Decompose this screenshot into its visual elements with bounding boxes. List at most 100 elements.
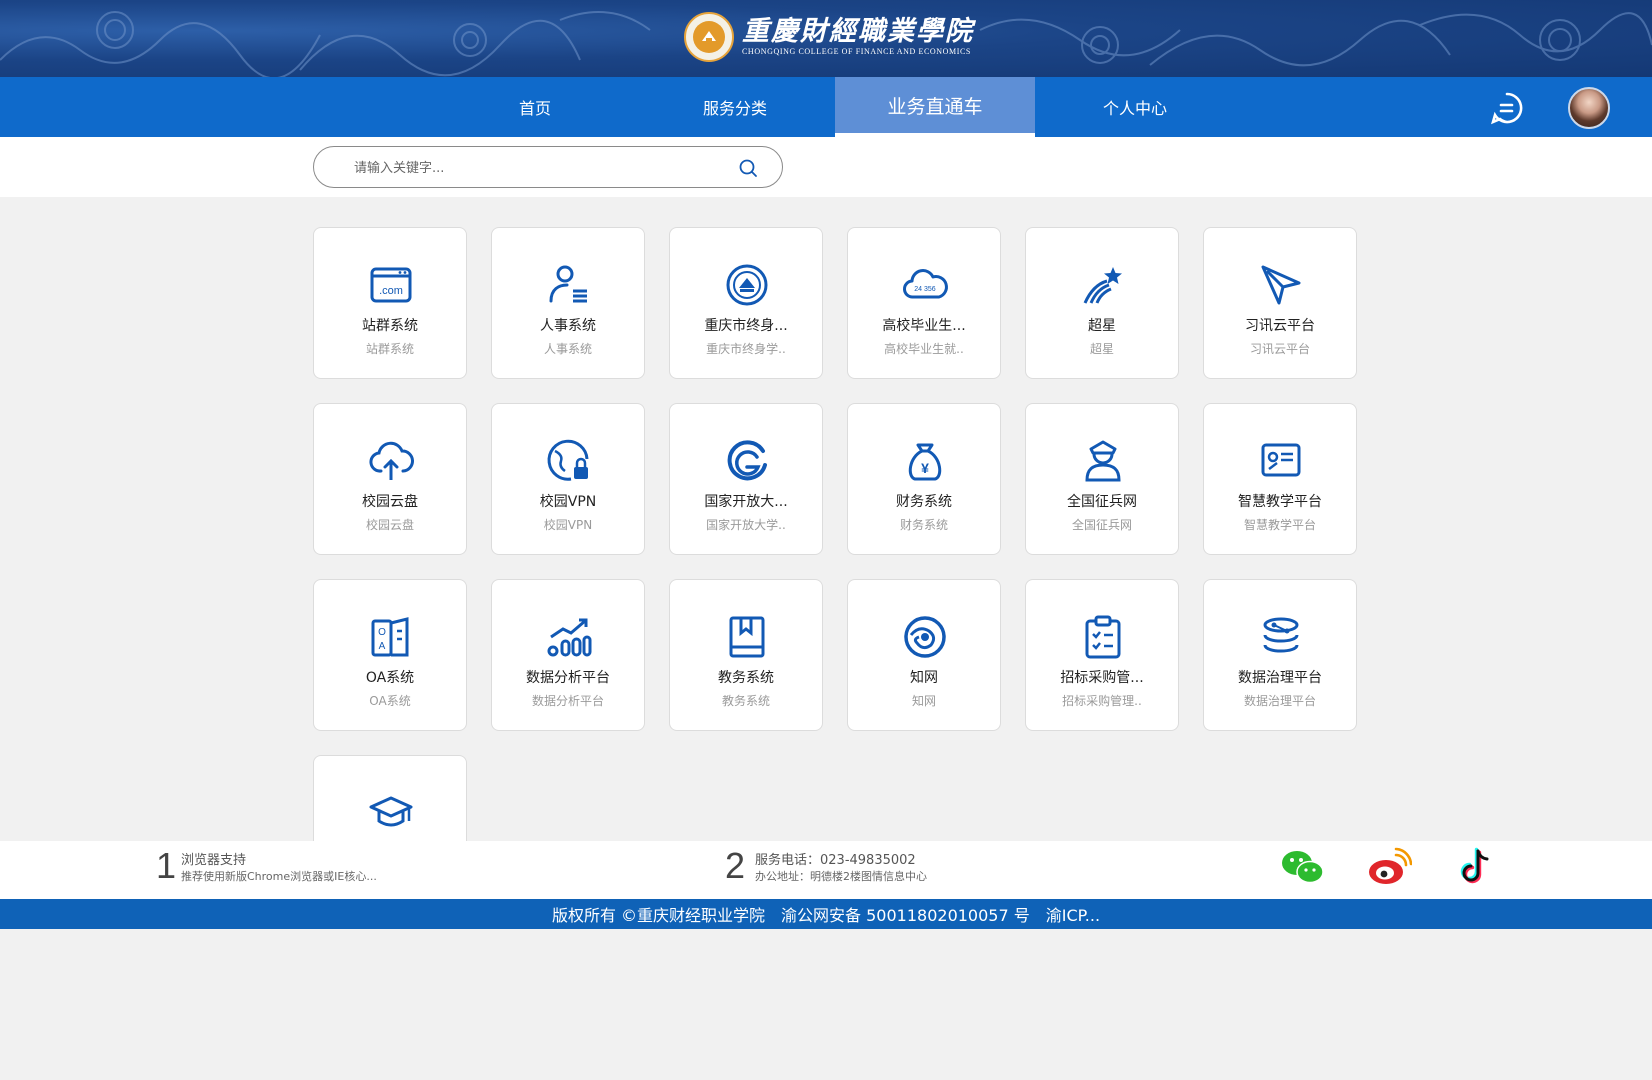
service-card[interactable]: 数据分析平台 数据分析平台 bbox=[491, 579, 645, 731]
service-card-title: 校园VPN bbox=[539, 494, 597, 510]
service-card-subtitle: OA系统 bbox=[369, 694, 411, 708]
service-card-subtitle: 校园VPN bbox=[543, 518, 593, 532]
service-card-title: 国家开放大... bbox=[704, 494, 788, 510]
service-card-subtitle: 重庆市终身学.. bbox=[706, 342, 786, 356]
search-box bbox=[313, 146, 783, 188]
search-bar bbox=[0, 137, 1652, 197]
service-card[interactable]: 24 356 高校毕业生... 高校毕业生就.. bbox=[847, 227, 1001, 379]
paper-plane-icon bbox=[1257, 261, 1305, 309]
oa-book-icon: OA bbox=[367, 613, 415, 661]
nav-home[interactable]: 首页 bbox=[435, 77, 635, 137]
svg-text:¥: ¥ bbox=[921, 460, 929, 476]
service-card-subtitle: 全国征兵网 bbox=[1071, 518, 1132, 532]
service-card[interactable]: O A OA系统 OA系统 bbox=[313, 579, 467, 731]
service-card-subtitle: 财务系统 bbox=[899, 518, 948, 532]
service-card[interactable]: 招标采购管... 招标采购管理.. bbox=[1025, 579, 1179, 731]
copyright-bar: 版权所有 ©重庆财经职业学院 渝公网安备 50011802010057 号 渝I… bbox=[0, 899, 1652, 929]
service-card[interactable]: 校园VPN 校园VPN bbox=[491, 403, 645, 555]
service-step-number: 2 bbox=[725, 845, 746, 886]
service-card-title: 教务系统 bbox=[718, 670, 774, 686]
service-card-title: 人事系统 bbox=[540, 318, 596, 334]
service-card-subtitle: 教务系统 bbox=[721, 694, 770, 708]
service-card-title: OA系统 bbox=[365, 670, 415, 686]
service-card-title: 全国征兵网 bbox=[1067, 494, 1137, 510]
svg-text:A: A bbox=[379, 641, 386, 652]
footer: 1 浏览器支持 推荐使用新版Chrome浏览器或IE核心... 2 服务电话：0… bbox=[0, 841, 1652, 899]
clipboard-check-icon bbox=[1079, 613, 1127, 661]
wechat-icon[interactable] bbox=[1280, 847, 1326, 887]
soldier-icon bbox=[1079, 437, 1127, 485]
service-card-subtitle: 人事系统 bbox=[543, 342, 592, 356]
service-card-title: 校园云盘 bbox=[362, 494, 418, 510]
cloud-24365-icon: 24 356 bbox=[901, 261, 949, 309]
service-card-subtitle: 招标采购管理.. bbox=[1062, 694, 1142, 708]
service-card[interactable]: 数据治理平台 数据治理平台 bbox=[1203, 579, 1357, 731]
cloud-upload-icon bbox=[367, 437, 415, 485]
service-card[interactable]: 校园云盘 校园云盘 bbox=[313, 403, 467, 555]
service-card-title: 智慧教学平台 bbox=[1238, 494, 1322, 510]
service-card[interactable]: 习讯云平台 习讯云平台 bbox=[1203, 227, 1357, 379]
service-card-title: 习讯云平台 bbox=[1245, 318, 1315, 334]
service-card-title: 财务系统 bbox=[896, 494, 952, 510]
web-domain-icon: .com bbox=[367, 261, 415, 309]
service-card-title: 超星 bbox=[1088, 318, 1116, 334]
money-bag-icon: ¥ bbox=[901, 437, 949, 485]
service-card-title: 高校毕业生... bbox=[882, 318, 966, 334]
nav-personal-center[interactable]: 个人中心 bbox=[1035, 77, 1235, 137]
svg-text:24 356: 24 356 bbox=[914, 286, 936, 293]
shooting-star-icon bbox=[1079, 261, 1127, 309]
user-list-icon bbox=[545, 261, 593, 309]
service-card[interactable]: .com 站群系统 站群系统 bbox=[313, 227, 467, 379]
trend-chart-icon bbox=[545, 613, 593, 661]
service-card-subtitle: 知网 bbox=[911, 694, 936, 708]
service-card[interactable]: 重庆市终身... 重庆市终身学.. bbox=[669, 227, 823, 379]
svg-text:.com: .com bbox=[379, 285, 403, 297]
service-card[interactable]: 国家开放大... 国家开放大学.. bbox=[669, 403, 823, 555]
smart-board-icon bbox=[1257, 437, 1305, 485]
college-seal-icon bbox=[684, 12, 734, 62]
search-input[interactable] bbox=[354, 157, 714, 179]
service-card-subtitle: 站群系统 bbox=[365, 342, 414, 356]
globe-lock-icon bbox=[545, 437, 593, 485]
user-avatar[interactable] bbox=[1568, 87, 1610, 129]
service-card[interactable]: 超星 超星 bbox=[1025, 227, 1179, 379]
graduation-cap-icon bbox=[367, 789, 415, 837]
service-card-title: 招标采购管... bbox=[1060, 670, 1144, 686]
open-university-icon bbox=[723, 437, 771, 485]
database-icon bbox=[1257, 613, 1305, 661]
college-logo[interactable]: 重慶財經職業學院 CHONGQING COLLEGE OF FINANCE AN… bbox=[684, 12, 974, 62]
service-card-subtitle: 国家开放大学.. bbox=[706, 518, 786, 532]
nav-service-categories[interactable]: 服务分类 bbox=[635, 77, 835, 137]
search-icon[interactable] bbox=[738, 158, 758, 178]
service-card[interactable]: 全国征兵网 全国征兵网 bbox=[1025, 403, 1179, 555]
service-card[interactable]: 智慧教学平台 智慧教学平台 bbox=[1203, 403, 1357, 555]
service-card[interactable]: 教务系统 教务系统 bbox=[669, 579, 823, 731]
browser-support-title: 浏览器支持 bbox=[181, 853, 247, 868]
service-card-title: 数据治理平台 bbox=[1238, 670, 1322, 686]
service-card-subtitle: 校园云盘 bbox=[365, 518, 414, 532]
service-card-subtitle: 智慧教学平台 bbox=[1243, 518, 1316, 532]
service-card-subtitle: 高校毕业生就.. bbox=[884, 342, 964, 356]
service-card[interactable] bbox=[313, 755, 467, 841]
service-card-subtitle: 数据分析平台 bbox=[531, 694, 604, 708]
main-nav: 首页 服务分类 业务直通车 个人中心 bbox=[0, 77, 1652, 137]
nav-business-express[interactable]: 业务直通车 bbox=[835, 77, 1035, 137]
service-card[interactable]: 知网 知网 bbox=[847, 579, 1001, 731]
message-icon[interactable] bbox=[1490, 91, 1524, 125]
service-card[interactable]: ¥ 财务系统 财务系统 bbox=[847, 403, 1001, 555]
service-card-title: 重庆市终身... bbox=[704, 318, 788, 334]
weibo-icon[interactable] bbox=[1366, 847, 1412, 887]
service-card-title: 知网 bbox=[910, 670, 938, 686]
college-name-cn: 重慶財經職業學院 bbox=[742, 16, 974, 47]
seal-badge-icon bbox=[723, 261, 771, 309]
service-card-subtitle: 习讯云平台 bbox=[1249, 342, 1310, 356]
svg-text:O: O bbox=[378, 627, 386, 638]
service-card-subtitle: 超星 bbox=[1089, 342, 1114, 356]
service-card-subtitle: 数据治理平台 bbox=[1243, 694, 1316, 708]
service-grid: .com 站群系统 站群系统 人事系统 人事系统 重庆市终身... 重庆市终身学.. 24 3… bbox=[313, 227, 1363, 841]
service-card-title: 站群系统 bbox=[362, 318, 418, 334]
header-banner: 重慶財經職業學院 CHONGQING COLLEGE OF FINANCE AN… bbox=[0, 0, 1652, 77]
service-card[interactable]: 人事系统 人事系统 bbox=[491, 227, 645, 379]
tiktok-icon[interactable] bbox=[1454, 847, 1500, 887]
cnki-globe-icon bbox=[901, 613, 949, 661]
